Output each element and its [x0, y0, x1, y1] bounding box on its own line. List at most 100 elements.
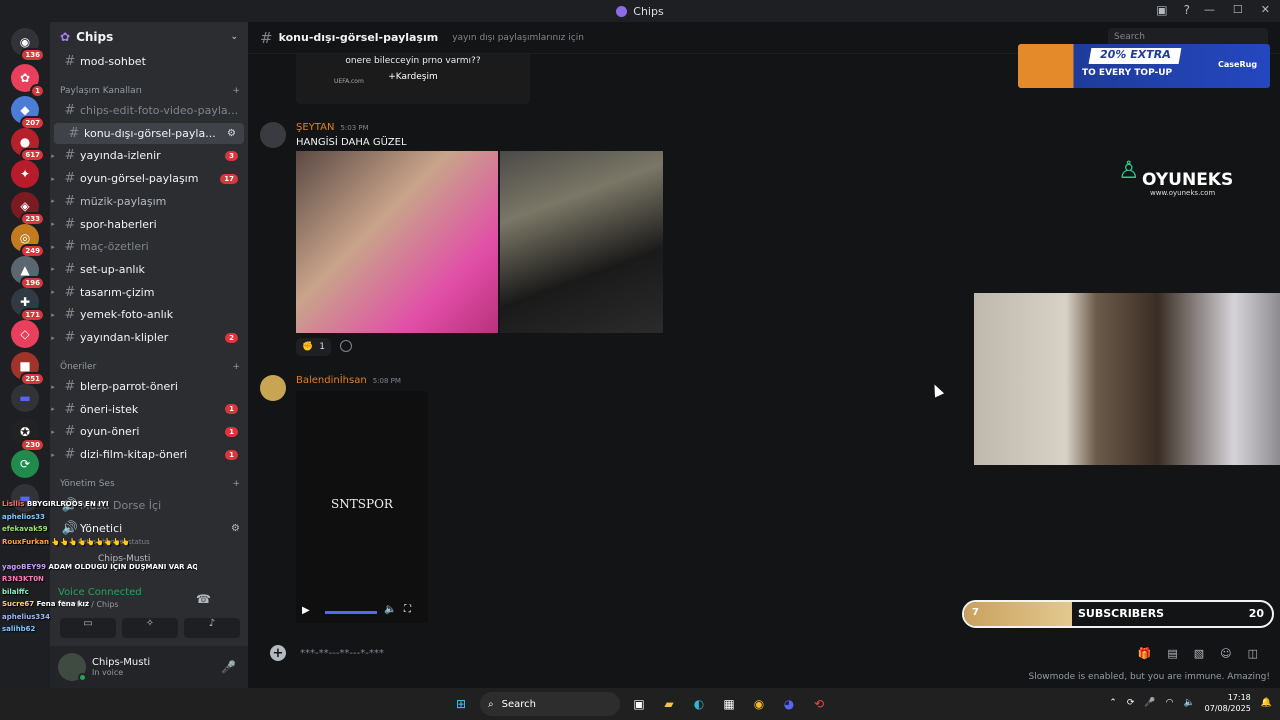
start-icon[interactable]: ⊞	[450, 693, 472, 715]
channel-item[interactable]: ▸ # oyun-öneri 1	[50, 421, 248, 442]
server-icon[interactable]: ■ 251	[11, 352, 45, 386]
channel-topic[interactable]: yayın dışı paylaşımlarınız için	[452, 33, 584, 43]
mic-icon[interactable]: 🎤	[1144, 698, 1155, 708]
message-composer[interactable]: + ***-**---**---*-*** 🎁 ▤ ▧ ☺ ◫	[260, 638, 1268, 668]
webcam-overlay	[974, 293, 1280, 465]
gift-icon[interactable]: 🎁	[1138, 647, 1152, 660]
search-icon: ⌕	[488, 698, 494, 710]
channel-item[interactable]: ▸ # müzik-paylaşım	[50, 191, 248, 212]
microphone-icon[interactable]: 🎤	[221, 660, 236, 674]
channel-name: maç-özetleri	[80, 240, 149, 254]
edge-icon[interactable]: ◐	[688, 693, 710, 715]
server-icon[interactable]: ◈ 233	[11, 192, 45, 226]
gif-icon[interactable]: ▤	[1167, 647, 1177, 660]
channel-item[interactable]: ▸ # yemek-foto-anlık	[50, 304, 248, 325]
channel-item[interactable]: # konu-dışı-görsel-payla... ⚙	[54, 122, 244, 144]
server-icon[interactable]: ✚ 171	[11, 288, 45, 322]
message-author[interactable]: Balendinİhsan	[296, 375, 367, 386]
folder-icon[interactable]: ▬	[11, 384, 39, 412]
task-view-icon[interactable]: ▣	[628, 693, 650, 715]
avatar[interactable]	[58, 653, 87, 682]
message-time: 5:08 PM	[372, 377, 401, 385]
message-author[interactable]: ŞEYTAN	[296, 122, 334, 133]
video-progress[interactable]	[325, 611, 377, 614]
fullscreen-icon[interactable]: ⛶	[404, 604, 411, 615]
message-video[interactable]: SNTSPOR ▶ 🔈 ⛶	[296, 391, 428, 623]
server-icon[interactable]: ◇	[11, 320, 39, 348]
channel-item[interactable]: ▸ # spor-haberleri	[50, 214, 248, 235]
volume-icon[interactable]: 🔈	[384, 604, 396, 615]
clock[interactable]: 17:18 07/08/2025	[1205, 692, 1251, 714]
chat-line: RouxFurkan 👆👆👆👆👆👆👆👆👆	[2, 538, 197, 551]
channel-item[interactable]: ▸ # yayında-izlenir 3	[50, 145, 248, 166]
server-icon[interactable]: ✦617	[11, 160, 39, 188]
notification-icon[interactable]: 🔔	[1261, 698, 1272, 708]
wifi-icon[interactable]: ◠	[1166, 698, 1174, 708]
category-header[interactable]: Yönetim Ses +	[60, 479, 240, 493]
channel-item[interactable]: ▸ # oyun-görsel-paylaşım 17	[50, 168, 248, 189]
discord-icon[interactable]: ◕	[778, 693, 800, 715]
ad-banner[interactable]: 20% EXTRA TO EVERY TOP-UP CaseRug	[1018, 44, 1270, 88]
chat-line: efekavak59	[2, 525, 197, 538]
file-explorer-icon[interactable]: ▰	[658, 693, 680, 715]
sync-icon[interactable]: ⟳	[1127, 698, 1135, 708]
chat-line: aphelius334	[2, 613, 197, 626]
add-reaction-icon[interactable]	[340, 340, 352, 352]
disconnect-icon[interactable]: ☎	[196, 592, 211, 606]
channel-item[interactable]: ▸ # set-up-anlık	[50, 259, 248, 280]
taskbar-search[interactable]: ⌕ Search	[480, 692, 620, 716]
channel-item[interactable]: # chips-edit-foto-video-payla...	[50, 100, 248, 121]
server-icon[interactable]: ▲ 196	[11, 256, 45, 290]
guild-header[interactable]: ✿ Chips ⌄	[50, 22, 248, 52]
hash-icon: #	[64, 330, 76, 345]
guild-name: Chips	[76, 30, 114, 44]
gear-icon: ⚙	[231, 523, 240, 534]
message-input[interactable]: ***-**---**---*-***	[300, 648, 384, 659]
close-button[interactable]: ✕	[1261, 3, 1270, 16]
channel-item[interactable]: ▸ # maç-özetleri	[50, 236, 248, 257]
add-attachment-icon[interactable]: +	[270, 645, 286, 661]
sponsor-logo: ♙ OYUNEKS www.oyuneks.com	[1118, 156, 1248, 202]
server-icon[interactable]: ✿ 1	[11, 64, 45, 98]
maximize-button[interactable]: ☐	[1233, 3, 1243, 16]
server-icon[interactable]: ⟳	[11, 450, 39, 478]
server-icon[interactable]: ◆ 207	[11, 96, 45, 130]
chevron-up-icon[interactable]: ⌃	[1109, 698, 1117, 708]
avatar[interactable]	[260, 122, 286, 148]
inbox-icon[interactable]: ▣	[1156, 3, 1167, 17]
play-icon[interactable]: ▶	[302, 605, 310, 616]
hash-icon: #	[64, 261, 76, 277]
user-status: In voice	[92, 668, 124, 677]
previous-image[interactable]: onere bilecceyin prno varmı?? UEFA.com +…	[296, 54, 530, 104]
channel-item[interactable]: ▸ # tasarım-çizim	[50, 282, 248, 303]
message-image[interactable]	[500, 151, 663, 333]
channel-item[interactable]: # mod-sohbet	[50, 51, 248, 72]
channel-item[interactable]: ▸ # dizi-film-kitap-öneri 1	[50, 444, 248, 465]
message-image[interactable]	[296, 151, 498, 333]
emoji-icon[interactable]: ☺	[1220, 647, 1231, 660]
minimize-button[interactable]: —	[1204, 3, 1215, 16]
category-header[interactable]: Öneriler +	[60, 362, 240, 376]
user-name[interactable]: Chips-Musti	[92, 657, 150, 668]
chat-user: aphelios33	[2, 512, 45, 521]
gear-icon[interactable]: ⚙	[227, 128, 236, 139]
message: ŞEYTAN 5:03 PM HANGİSİ DAHA GÜZEL ✊ 1	[260, 122, 960, 362]
volume-icon[interactable]: 🔈	[1183, 698, 1194, 708]
server-icon[interactable]: ◎ 249	[11, 224, 45, 258]
server-icon[interactable]: ✪ 230	[11, 418, 45, 452]
channel-name: dizi-film-kitap-öneri	[80, 448, 188, 462]
store-icon[interactable]: ▦	[718, 693, 740, 715]
chrome-icon[interactable]: ◉	[748, 693, 770, 715]
server-icon[interactable]: ● 617	[11, 128, 45, 162]
sticker-icon[interactable]: ▧	[1194, 647, 1204, 660]
avatar[interactable]	[260, 375, 286, 401]
channel-item[interactable]: ▸ # öneri-istek 1	[50, 399, 248, 420]
app-icon[interactable]: ⟲	[808, 693, 830, 715]
channel-item[interactable]: ▸ # blerp-parrot-öneri	[50, 376, 248, 397]
apps-icon[interactable]: ◫	[1248, 647, 1258, 660]
home-button[interactable]: ◉ 136	[11, 28, 45, 62]
help-icon[interactable]: ?	[1184, 3, 1190, 17]
category-header[interactable]: Paylaşım Kanalları +	[60, 86, 240, 100]
channel-item[interactable]: ▸ # yayından-klipler 2	[50, 327, 248, 348]
reaction[interactable]: ✊ 1	[296, 338, 331, 356]
